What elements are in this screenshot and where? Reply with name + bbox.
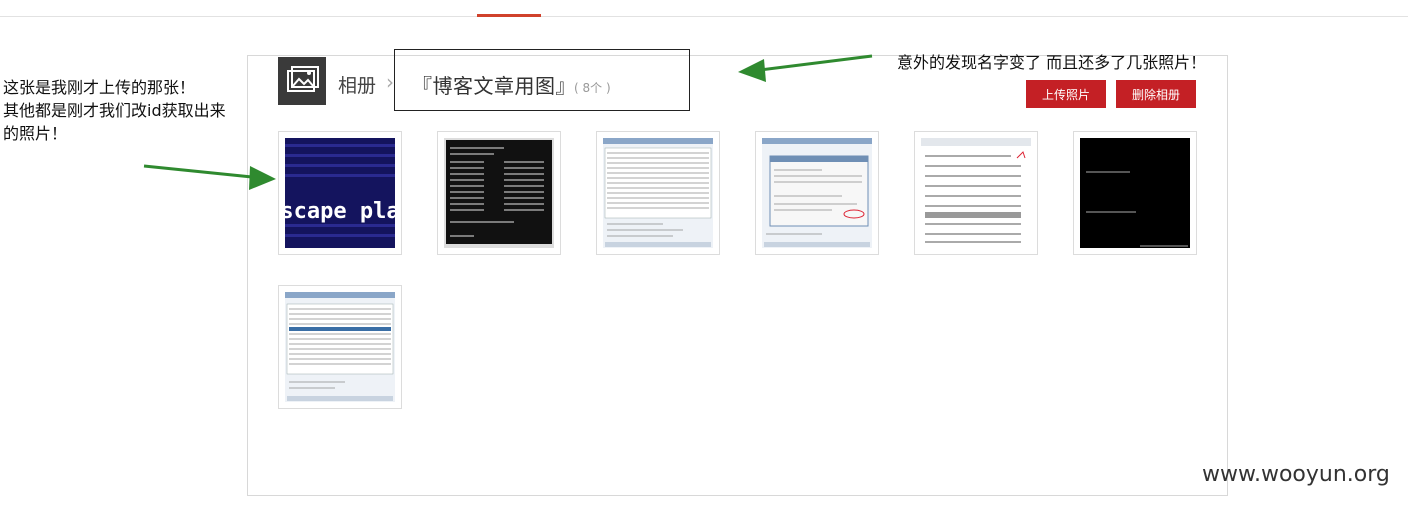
watermark: www.wooyun.org xyxy=(1202,462,1390,487)
arrow-to-title xyxy=(738,54,873,82)
arrow-to-first-photo xyxy=(143,164,276,190)
annotation-arrows xyxy=(143,54,873,190)
